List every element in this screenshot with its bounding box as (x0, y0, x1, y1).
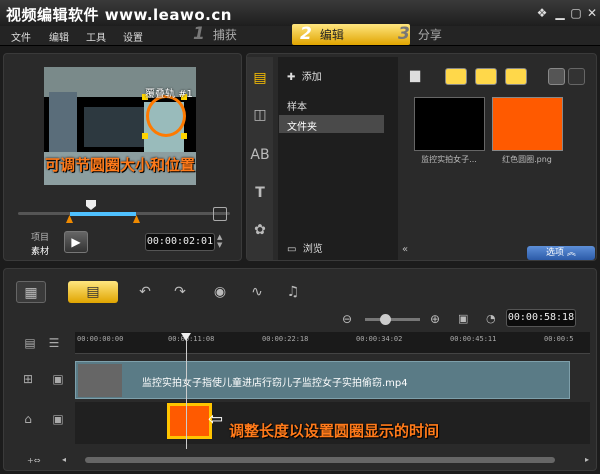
menu-settings[interactable]: 设置 (123, 29, 143, 44)
ruler-tick: 00:00:34:02 (356, 335, 403, 343)
mode-clip[interactable]: 素材 (31, 244, 49, 257)
ruler-tick: 00:00:11:08 (168, 335, 215, 343)
list-view-icon[interactable] (548, 68, 565, 85)
maximize-icon[interactable]: ▢ (568, 5, 584, 21)
title-icon[interactable]: T (250, 183, 270, 203)
library-folder-selected[interactable]: 文件夹 (279, 115, 384, 133)
transition-icon[interactable]: ◫ (250, 105, 270, 125)
library-folder-list (278, 57, 398, 260)
app-title: 视频编辑软件 www.leawo.cn (6, 6, 232, 24)
library-folder-samples[interactable]: 样本 (287, 98, 307, 113)
video-track-icon: ⊞ (22, 372, 34, 386)
time-ruler[interactable] (75, 332, 590, 354)
fit-project-icon[interactable]: ▣ (458, 312, 468, 325)
timecode-stepper-icon[interactable]: ▲ ▼ (217, 233, 222, 249)
track-manager-icon[interactable]: ▤ (20, 336, 40, 350)
add-track-icon[interactable]: +⇔ (27, 456, 40, 465)
menu-file[interactable]: 文件 (11, 29, 31, 44)
collapse-icon[interactable]: « (402, 244, 408, 255)
folder-icon[interactable]: ▆ (410, 68, 420, 83)
library-thumb-video[interactable] (414, 97, 485, 151)
chapter-icon[interactable]: ☰ (44, 336, 64, 350)
playhead[interactable] (186, 334, 187, 449)
browse-label: 浏览 (302, 244, 323, 255)
mode-project[interactable]: 项目 (31, 230, 49, 243)
filter-video-icon[interactable] (445, 68, 467, 85)
media-icon[interactable]: ▤ (250, 68, 270, 88)
snapshot-icon[interactable] (213, 207, 227, 221)
preview-timecode[interactable]: 00:00:02:01 (145, 233, 215, 251)
add-label: 添加 (301, 72, 322, 83)
ruler-tick: 00:00:5 (544, 335, 574, 343)
overlay-track-icon: ⌂ (24, 412, 32, 426)
zoom-in-icon[interactable]: ⊕ (430, 312, 440, 326)
scroll-left-icon[interactable]: ◂ (62, 455, 66, 464)
undo-icon[interactable]: ↶ (130, 281, 160, 303)
trim-range (70, 212, 136, 216)
tab-edit[interactable]: 2 编辑 (292, 24, 410, 45)
menu-tools[interactable]: 工具 (86, 29, 106, 44)
zoom-knob[interactable] (380, 314, 391, 325)
scroll-right-icon[interactable]: ▸ (585, 455, 589, 464)
timeline-view-button[interactable]: ▤ (68, 281, 118, 303)
options-label: 选项 (546, 248, 565, 258)
thumb-label: 监控实拍女子... (421, 155, 477, 164)
tab-share[interactable]: 3 分享 (398, 24, 516, 45)
filter-photo-icon[interactable] (475, 68, 497, 85)
thumb-label: 红色圆圈.png (502, 155, 552, 164)
close-icon[interactable]: ✕ (584, 5, 600, 21)
video-clip-title: 监控实拍女子指使儿童进店行窃儿子监控女子实拍偷窃.mp4 (142, 378, 408, 389)
storyboard-view-button[interactable]: ▦ (16, 281, 46, 303)
add-folder-button[interactable]: ✚ 添加 (287, 68, 322, 83)
filter-audio-icon[interactable] (505, 68, 527, 85)
minimize-icon[interactable]: ▁ (552, 5, 568, 21)
zoom-slider[interactable] (365, 318, 420, 321)
ruler-tick: 00:00:22:18 (262, 335, 309, 343)
filter-icon[interactable]: AB (250, 145, 270, 165)
redo-icon[interactable]: ↷ (165, 281, 195, 303)
scrollbar-thumb[interactable] (85, 457, 555, 463)
sort-icon[interactable] (568, 68, 585, 85)
play-button[interactable]: ▶ (64, 231, 88, 253)
menu-edit[interactable]: 编辑 (49, 29, 69, 44)
record-icon[interactable]: ◉ (205, 281, 235, 303)
zoom-out-icon[interactable]: ⊖ (342, 312, 352, 326)
overlay-track-toggle-icon[interactable]: ▣ (48, 412, 68, 426)
ruler-tick: 00:00:45:11 (450, 335, 497, 343)
overlay-clip[interactable] (167, 403, 212, 439)
browse-button[interactable]: ▭ 浏览 (287, 240, 323, 255)
graphics-icon[interactable]: ✿ (250, 220, 270, 240)
options-button[interactable]: 选项 ︽ (527, 246, 595, 260)
overlay-track-label: 覆叠轨 #1 (145, 89, 193, 100)
project-duration: 00:00:58:18 (506, 309, 576, 327)
audio-mixer-icon[interactable]: ∿ (242, 281, 272, 303)
video-track-toggle-icon[interactable]: ▣ (48, 372, 68, 386)
resize-arrow-icon: ⇦ (208, 409, 224, 430)
annotation-caption: 可调节圆圈大小和位置 (45, 156, 196, 174)
video-clip-thumbnail (78, 364, 122, 397)
auto-music-icon[interactable]: ♫ (278, 281, 308, 303)
clock-icon: ◔ (486, 312, 496, 325)
ruler-tick: 00:00:00:00 (77, 335, 124, 343)
annotation-caption: 调整长度以设置圆圈显示的时间 (229, 422, 440, 440)
library-thumb-image[interactable] (492, 97, 563, 151)
app-logo-icon: ❖ (536, 6, 548, 20)
